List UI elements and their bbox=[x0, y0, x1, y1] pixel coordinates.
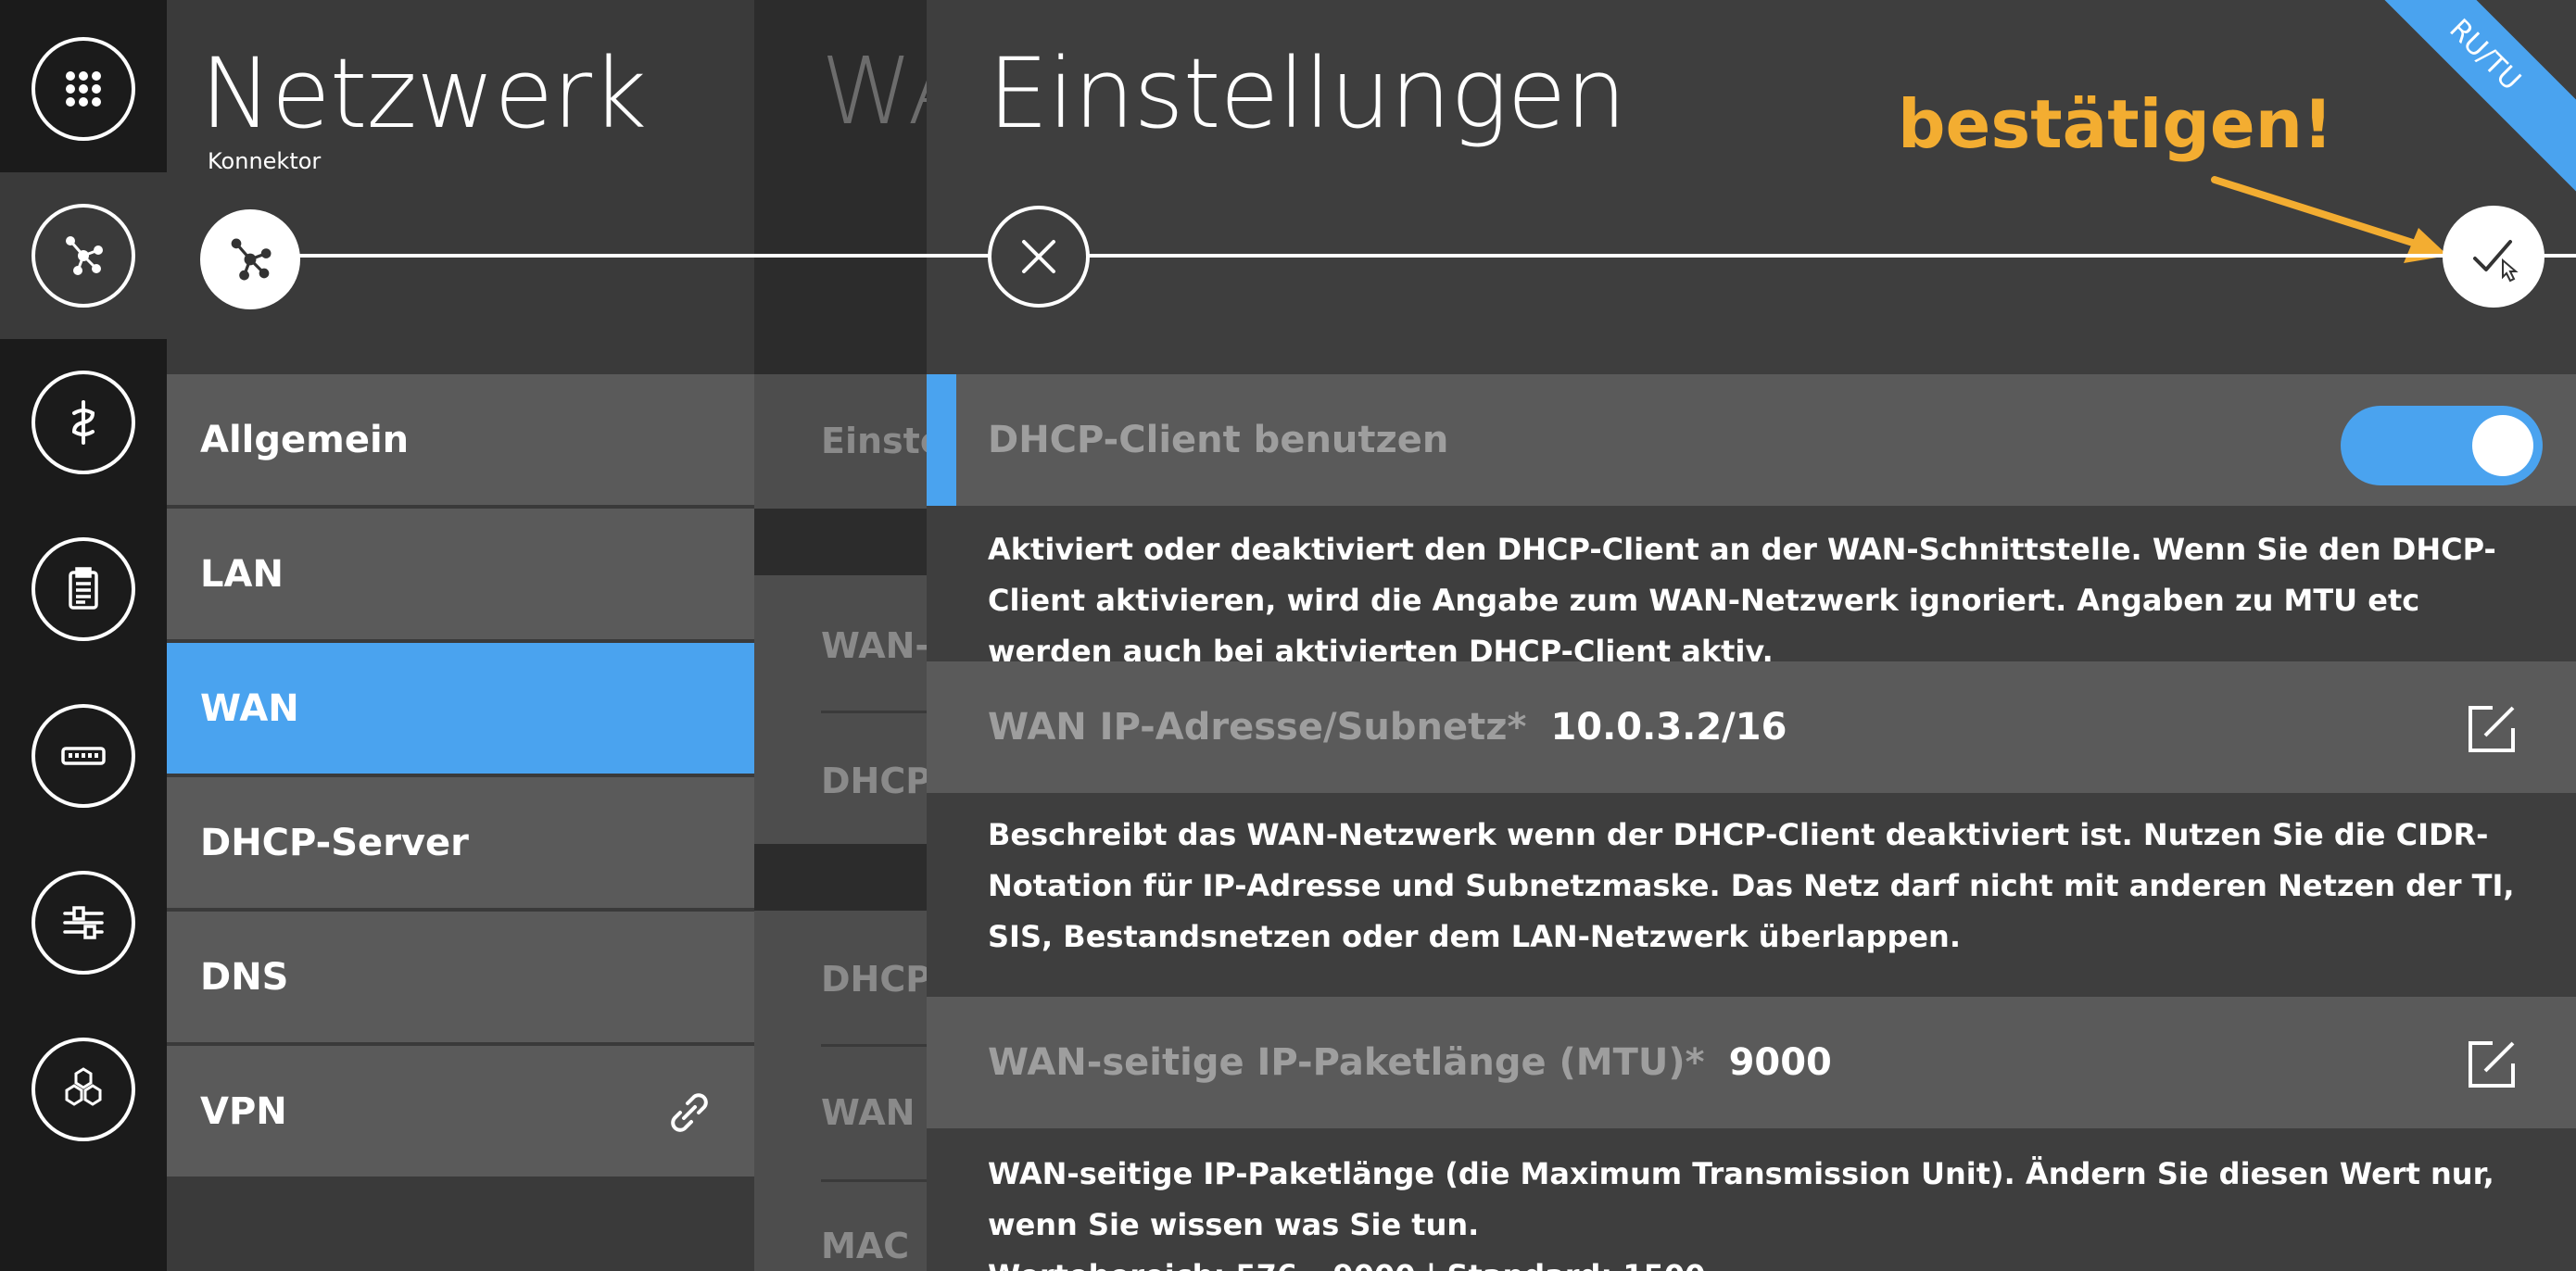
close-icon bbox=[1022, 240, 1055, 273]
menu-item-label: LAN bbox=[200, 552, 284, 596]
background-separator bbox=[821, 711, 927, 713]
setting-label: WAN IP-Adresse/Subnetz* 10.0.3.2/16 bbox=[988, 706, 1787, 749]
cancel-button[interactable] bbox=[988, 206, 1090, 308]
icon-rail bbox=[0, 0, 167, 1271]
medical-icon bbox=[32, 371, 135, 474]
settings-sliders-icon bbox=[32, 871, 135, 975]
menu-item-lan[interactable]: LAN bbox=[167, 509, 754, 643]
checkmark-icon bbox=[2473, 240, 2519, 283]
annotation-text: bestätigen! bbox=[1898, 85, 2333, 163]
edit-icon[interactable] bbox=[2465, 702, 2519, 756]
setting-description: WAN-seitige IP-Paketlänge (die Maximum T… bbox=[988, 1156, 2494, 1242]
setting-row-wan-ip: WAN IP-Adresse/Subnetz* 10.0.3.2/16 bbox=[927, 661, 2576, 793]
rail-modules-button[interactable] bbox=[0, 1006, 167, 1173]
background-label: Einste bbox=[821, 421, 927, 461]
edit-icon[interactable] bbox=[2465, 1038, 2519, 1091]
setting-range: Wertebereich: 576 – 9000 | Standard: 150… bbox=[988, 1251, 2554, 1271]
menu-item-allgemein[interactable]: Allgemein bbox=[167, 374, 754, 509]
background-separator bbox=[821, 1044, 927, 1047]
menu-item-label: Allgemein bbox=[200, 418, 410, 461]
background-separator bbox=[821, 1179, 927, 1182]
toggle-knob bbox=[2472, 415, 2533, 476]
setting-label: DHCP-Client benutzen bbox=[988, 419, 1449, 461]
menu-network-node[interactable] bbox=[200, 209, 300, 309]
background-label: WAN I bbox=[821, 1092, 927, 1133]
background-title: WAN bbox=[821, 37, 927, 145]
rail-apps-button[interactable] bbox=[0, 6, 167, 172]
menu-item-label: DNS bbox=[200, 955, 289, 999]
background-divider-line bbox=[754, 254, 927, 258]
mtu-value: 9000 bbox=[1728, 1041, 1832, 1084]
row-accent-bar bbox=[927, 374, 956, 506]
network-icon bbox=[231, 238, 271, 281]
rail-medical-button[interactable] bbox=[0, 339, 167, 506]
hand-cursor-icon bbox=[2502, 258, 2519, 283]
menu-item-wan[interactable]: WAN bbox=[167, 643, 754, 777]
menu-divider-line bbox=[241, 254, 754, 258]
menu-title: Netzwerk bbox=[200, 37, 647, 150]
rail-network-button[interactable] bbox=[0, 172, 167, 339]
menu-item-label: DHCP-Server bbox=[200, 821, 469, 864]
background-gap bbox=[754, 509, 927, 575]
wan-background-panel: WAN Einste WAN-I DHCP DHCP WAN I MAC bbox=[754, 0, 927, 1271]
background-label: DHCP bbox=[821, 959, 927, 1000]
dhcp-client-toggle[interactable] bbox=[2341, 406, 2543, 485]
confirm-button[interactable] bbox=[2443, 206, 2544, 308]
menu-item-label: WAN bbox=[200, 686, 299, 730]
overlay-divider-line bbox=[927, 254, 2576, 258]
network-icon bbox=[32, 204, 135, 308]
background-label: WAN-I bbox=[821, 625, 927, 666]
setting-label: WAN-seitige IP-Paketlänge (MTU)* 9000 bbox=[988, 1041, 1832, 1084]
menu-item-vpn[interactable]: VPN bbox=[167, 1046, 754, 1180]
rail-clipboard-button[interactable] bbox=[0, 506, 167, 673]
menu-item-dhcp-server[interactable]: DHCP-Server bbox=[167, 777, 754, 912]
apps-grid-icon bbox=[32, 37, 135, 141]
settings-overlay: Einstellungen RU/TU bestätigen! DHCP-Cli… bbox=[927, 0, 2576, 1271]
background-label: DHCP bbox=[821, 761, 927, 801]
link-icon bbox=[671, 1093, 708, 1132]
rail-ethernet-button[interactable] bbox=[0, 673, 167, 839]
menu-list: Allgemein LAN WAN DHCP-Server DNS VPN bbox=[167, 374, 754, 1180]
rail-settings-button[interactable] bbox=[0, 839, 167, 1006]
setting-row-mtu: WAN-seitige IP-Paketlänge (MTU)* 9000 bbox=[927, 997, 2576, 1128]
clipboard-icon bbox=[32, 537, 135, 641]
ethernet-icon bbox=[32, 704, 135, 808]
network-menu-panel: Netzwerk Konnektor Allgemein LAN WAN DHC… bbox=[167, 0, 754, 1271]
setting-description: Aktiviert oder deaktiviert den DHCP-Clie… bbox=[988, 532, 2496, 669]
setting-description: Beschreibt das WAN-Netzwerk wenn der DHC… bbox=[988, 817, 2515, 954]
setting-label-text: WAN-seitige IP-Paketlänge (MTU)* bbox=[988, 1041, 1705, 1084]
background-row: DHCP WAN I MAC bbox=[754, 911, 927, 1271]
menu-item-label: VPN bbox=[200, 1089, 287, 1133]
menu-item-dns[interactable]: DNS bbox=[167, 912, 754, 1046]
setting-row-dhcp-client: DHCP-Client benutzen bbox=[927, 374, 2576, 506]
background-gap bbox=[754, 844, 927, 911]
overlay-title: Einstellungen bbox=[988, 37, 1626, 150]
wan-ip-value: 10.0.3.2/16 bbox=[1550, 706, 1787, 749]
background-row: WAN-I DHCP bbox=[754, 575, 927, 844]
hexagons-icon bbox=[32, 1038, 135, 1141]
setting-label-text: WAN IP-Adresse/Subnetz* bbox=[988, 706, 1527, 749]
background-label: MAC bbox=[821, 1226, 910, 1266]
menu-subtitle: Konnektor bbox=[208, 148, 322, 174]
background-row: Einste bbox=[754, 374, 927, 509]
